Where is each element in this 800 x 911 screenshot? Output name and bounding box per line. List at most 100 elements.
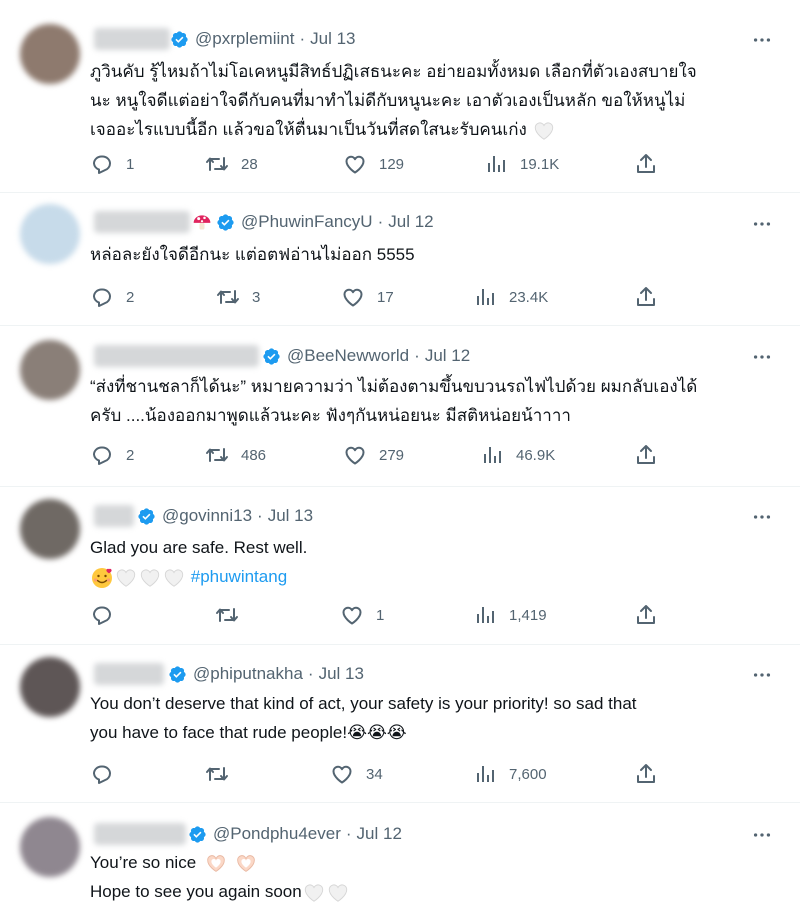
share-icon bbox=[634, 443, 658, 467]
tweet-actions: 34 7,600 bbox=[90, 759, 670, 789]
avatar[interactable] bbox=[20, 204, 80, 264]
tweet-handle[interactable]: @PhuwinFancyU bbox=[241, 212, 373, 232]
tweet-2[interactable]: @PhuwinFancyU · Jul 12 หล่อละยังใจดีอีกน… bbox=[0, 193, 800, 326]
tweet-text: Glad you are safe. Rest well. #phuwintan… bbox=[90, 533, 780, 591]
more-options-icon bbox=[751, 213, 773, 235]
tweet-date[interactable]: Jul 13 bbox=[310, 29, 355, 49]
reply-icon bbox=[90, 603, 114, 627]
more-options-button[interactable] bbox=[750, 28, 774, 52]
share-button[interactable] bbox=[634, 285, 658, 314]
verified-badge-icon bbox=[170, 30, 189, 49]
reply-count: 2 bbox=[126, 288, 135, 306]
tweet-handle[interactable]: @Pondphu4ever bbox=[213, 824, 341, 844]
more-options-icon bbox=[751, 664, 773, 686]
retweet-button[interactable]: 486 bbox=[205, 440, 266, 470]
tweet-text: “ส่งที่ชานชลาก็ได้นะ” หมายความว่า ไม่ต้อ… bbox=[90, 372, 780, 430]
reply-button[interactable] bbox=[90, 600, 136, 630]
views-count: 23.4K bbox=[509, 288, 549, 306]
heart-hands-icon bbox=[231, 853, 261, 875]
reply-button[interactable]: 2 bbox=[90, 440, 136, 470]
more-options-button[interactable] bbox=[750, 823, 774, 847]
reply-count: 1 bbox=[126, 155, 135, 173]
views-count: 46.9K bbox=[516, 446, 556, 464]
reply-button[interactable] bbox=[90, 759, 136, 789]
tweet-handle[interactable]: @govinni13 bbox=[162, 506, 252, 526]
tweet-text: You’re so nice Hope to see you again soo… bbox=[90, 848, 780, 906]
heart-icon bbox=[343, 443, 367, 467]
retweet-button[interactable]: 3 bbox=[216, 282, 262, 312]
like-button[interactable]: 279 bbox=[343, 440, 404, 470]
more-options-button[interactable] bbox=[750, 663, 774, 687]
blurred-display-name bbox=[94, 345, 259, 367]
views-button[interactable]: 23.4K bbox=[473, 282, 548, 312]
avatar[interactable] bbox=[20, 657, 80, 717]
blurred-display-name bbox=[94, 663, 164, 685]
tweet-actions: 1 1,419 bbox=[90, 600, 670, 630]
more-options-icon bbox=[751, 346, 773, 368]
like-button[interactable]: 34 bbox=[330, 759, 383, 789]
views-icon bbox=[473, 762, 497, 786]
share-icon bbox=[634, 762, 658, 786]
avatar[interactable] bbox=[20, 817, 80, 877]
verified-badge-icon bbox=[188, 825, 207, 844]
retweet-button[interactable] bbox=[215, 600, 261, 630]
share-button[interactable] bbox=[634, 443, 658, 472]
views-button[interactable]: 7,600 bbox=[473, 759, 547, 789]
views-icon bbox=[473, 603, 497, 627]
tweet-line: Hope to see you again soon bbox=[90, 882, 302, 901]
tweet-4[interactable]: @govinni13 · Jul 13 Glad you are safe. R… bbox=[0, 487, 800, 645]
heart-icon bbox=[343, 152, 367, 176]
avatar[interactable] bbox=[20, 340, 80, 400]
like-button[interactable]: 17 bbox=[341, 282, 394, 312]
like-count: 1 bbox=[376, 606, 385, 624]
share-button[interactable] bbox=[634, 152, 658, 181]
heart-icon bbox=[341, 285, 365, 309]
reply-button[interactable]: 2 bbox=[90, 282, 136, 312]
white-heart-icon bbox=[138, 567, 162, 589]
verified-badge-icon bbox=[168, 665, 187, 684]
tweet-date[interactable]: Jul 13 bbox=[319, 664, 364, 684]
blurred-display-name bbox=[94, 823, 186, 845]
share-button[interactable] bbox=[634, 603, 658, 632]
tweet-text: หล่อละยังใจดีอีกนะ แต่อตฟอ่านไม่ออก 5555 bbox=[90, 240, 780, 269]
tweet-text: ภูวินคับ รู้ไหมถ้าไม่โอเคหนูมีสิทธ์ปฏิเส… bbox=[90, 57, 780, 144]
tweet-6[interactable]: @Pondphu4ever · Jul 12 You’re so nice Ho… bbox=[0, 803, 800, 911]
separator: · bbox=[345, 824, 352, 843]
tweet-date[interactable]: Jul 13 bbox=[268, 506, 313, 526]
tweet-date[interactable]: Jul 12 bbox=[425, 346, 470, 366]
tweet-3[interactable]: @BeeNewworld · Jul 12 “ส่งที่ชานชลาก็ได้… bbox=[0, 326, 800, 487]
separator: · bbox=[414, 346, 420, 365]
views-button[interactable]: 1,419 bbox=[473, 600, 547, 630]
smiling-face-with-hearts-icon bbox=[90, 566, 114, 590]
views-button[interactable]: 19.1K bbox=[484, 149, 559, 179]
like-count: 279 bbox=[379, 446, 405, 464]
tweet-1[interactable]: @pxrplemiint · Jul 13 ภูวินคับ รู้ไหมถ้า… bbox=[0, 0, 800, 193]
retweet-button[interactable] bbox=[205, 759, 251, 789]
white-heart-icon bbox=[532, 120, 556, 142]
avatar[interactable] bbox=[20, 24, 80, 84]
tweet-date[interactable]: Jul 12 bbox=[357, 824, 402, 844]
more-options-button[interactable] bbox=[750, 505, 774, 529]
retweet-icon bbox=[215, 603, 239, 627]
views-count: 7,600 bbox=[509, 765, 547, 783]
retweet-icon bbox=[205, 762, 229, 786]
retweet-button[interactable]: 28 bbox=[205, 149, 258, 179]
hashtag-link[interactable]: #phuwintang bbox=[191, 567, 287, 586]
like-button[interactable]: 129 bbox=[343, 149, 404, 179]
tweet-handle[interactable]: @BeeNewworld bbox=[287, 346, 409, 366]
blurred-display-name bbox=[94, 505, 134, 527]
more-options-button[interactable] bbox=[750, 212, 774, 236]
share-button[interactable] bbox=[634, 762, 658, 791]
tweet-5[interactable]: @phiputnakha · Jul 13 You don’t deserve … bbox=[0, 645, 800, 803]
tweet-handle[interactable]: @phiputnakha bbox=[193, 664, 303, 684]
tweet-handle[interactable]: @pxrplemiint bbox=[195, 29, 294, 49]
reply-button[interactable]: 1 bbox=[90, 149, 136, 179]
like-button[interactable]: 1 bbox=[340, 600, 386, 630]
views-icon bbox=[473, 285, 497, 309]
more-options-button[interactable] bbox=[750, 345, 774, 369]
blurred-display-name bbox=[94, 28, 170, 50]
views-button[interactable]: 46.9K bbox=[480, 440, 555, 470]
avatar[interactable] bbox=[20, 499, 80, 559]
like-count: 129 bbox=[379, 155, 405, 173]
tweet-date[interactable]: Jul 12 bbox=[388, 212, 433, 232]
